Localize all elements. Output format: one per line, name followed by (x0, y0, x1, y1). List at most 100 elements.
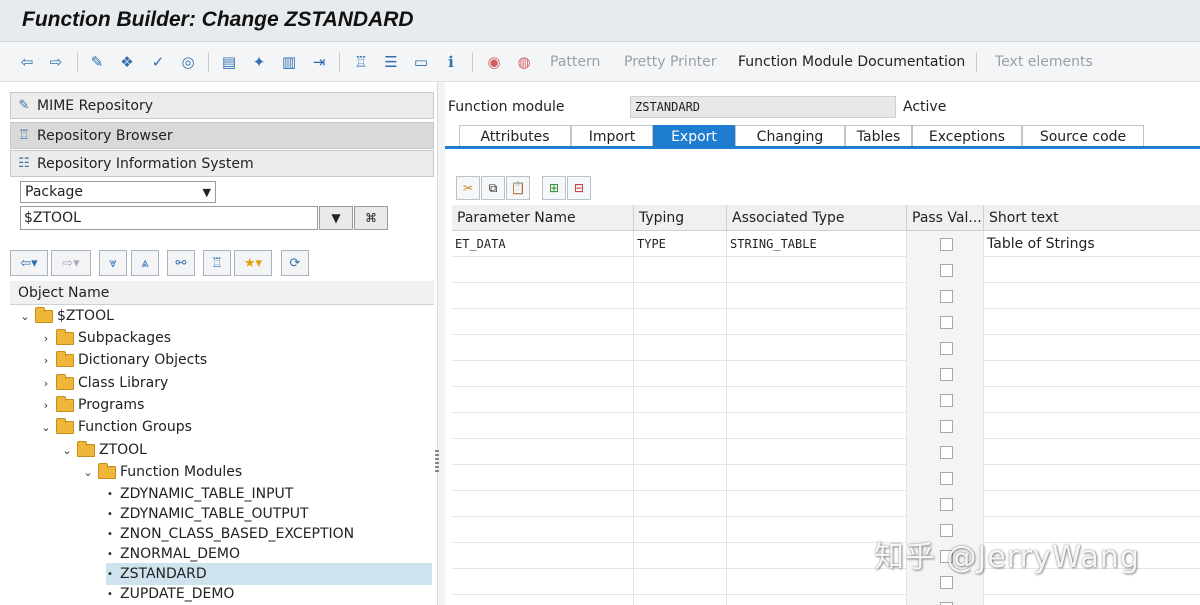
parameter-name-cell[interactable]: ET_DATA (452, 231, 634, 257)
tree-node-subpackages[interactable]: › Subpackages (39, 327, 171, 349)
grid-cell[interactable] (634, 309, 727, 335)
grid-cell[interactable] (452, 491, 634, 517)
package-input[interactable]: $ZTOOL (20, 206, 318, 230)
column-header-pass-value[interactable]: Pass Val... (907, 205, 984, 231)
grid-cell[interactable] (727, 387, 907, 413)
pass-value-checkbox[interactable] (940, 315, 953, 329)
tree-node-function-module[interactable]: • ZDYNAMIC_TABLE_OUTPUT (106, 503, 309, 525)
pass-value-checkbox[interactable] (940, 445, 953, 459)
grid-cell[interactable] (727, 283, 907, 309)
breakpoint-icon[interactable]: ◉ (483, 51, 505, 73)
align-icon[interactable]: ☰ (380, 51, 402, 73)
grid-cell[interactable] (634, 439, 727, 465)
grid-cell[interactable] (727, 361, 907, 387)
navigate-icon[interactable]: ⇥ (308, 51, 330, 73)
table-row-empty[interactable] (452, 257, 1200, 283)
table-row-empty[interactable] (452, 387, 1200, 413)
grid-cell[interactable] (634, 465, 727, 491)
cut-button[interactable]: ✂ (456, 176, 480, 200)
table-row-empty[interactable] (452, 335, 1200, 361)
grid-cell[interactable] (984, 257, 1200, 283)
grid-cell[interactable] (984, 387, 1200, 413)
grid-cell[interactable] (452, 517, 634, 543)
grid-cell[interactable] (727, 413, 907, 439)
object-list-icon[interactable]: ▤ (218, 51, 240, 73)
display-button[interactable]: ⌘ (354, 206, 388, 230)
pass-value-checkbox[interactable] (940, 497, 953, 511)
tree-node-programs[interactable]: › Programs (39, 394, 144, 416)
tree-node-function-modules[interactable]: ⌄ Function Modules (81, 461, 242, 483)
display-object-list-icon[interactable]: ▥ (278, 51, 300, 73)
grid-cell[interactable] (984, 283, 1200, 309)
grid-cell[interactable] (634, 283, 727, 309)
table-row-empty[interactable] (452, 283, 1200, 309)
collapse-all-button[interactable]: ⩓ (131, 250, 159, 276)
tree-node-function-module[interactable]: • ZUPDATE_DEMO (106, 583, 234, 605)
table-row-empty[interactable] (452, 413, 1200, 439)
pass-value-checkbox[interactable] (940, 263, 953, 277)
text-elements-button[interactable]: Text elements (995, 54, 1093, 70)
nav-mime-repository[interactable]: ✎ MIME Repository (10, 92, 434, 119)
fm-documentation-button[interactable]: Function Module Documentation (738, 54, 965, 70)
tree-node-dictionary-objects[interactable]: › Dictionary Objects (39, 349, 207, 371)
grid-cell[interactable] (984, 309, 1200, 335)
dropdown-button[interactable]: ▼ (319, 206, 353, 230)
grid-cell[interactable] (984, 413, 1200, 439)
table-row-empty[interactable] (452, 465, 1200, 491)
grid-cell[interactable] (727, 439, 907, 465)
grid-cell[interactable] (727, 335, 907, 361)
grid-cell[interactable] (634, 387, 727, 413)
tab-source-code[interactable]: Source code (1022, 125, 1144, 147)
pass-value-checkbox[interactable] (940, 289, 953, 303)
favorites-button[interactable]: ★▾ (234, 250, 272, 276)
grid-cell[interactable] (452, 465, 634, 491)
grid-cell[interactable] (727, 257, 907, 283)
column-header-typing[interactable]: Typing (634, 205, 727, 231)
associated-type-cell[interactable]: STRING_TABLE (727, 231, 907, 257)
grid-cell[interactable] (907, 283, 984, 309)
grid-cell[interactable] (907, 413, 984, 439)
grid-cell[interactable] (984, 491, 1200, 517)
table-row-empty[interactable] (452, 595, 1200, 605)
grid-cell[interactable] (634, 413, 727, 439)
column-header-associated-type[interactable]: Associated Type (727, 205, 907, 231)
grid-cell[interactable] (907, 439, 984, 465)
layout-icon[interactable]: ▭ (410, 51, 432, 73)
grid-cell[interactable] (452, 309, 634, 335)
check-icon[interactable]: ✓ (147, 51, 169, 73)
splitter-grip-icon[interactable] (435, 450, 439, 474)
chevron-right-icon[interactable]: › (39, 354, 53, 367)
grid-cell[interactable] (634, 361, 727, 387)
grid-cell[interactable] (984, 595, 1200, 605)
pass-value-checkbox[interactable] (940, 601, 953, 605)
grid-cell[interactable] (634, 257, 727, 283)
nav-repository-browser[interactable]: ♖ Repository Browser (10, 122, 434, 149)
hierarchy-button[interactable]: ♖ (203, 250, 231, 276)
grid-cell[interactable] (452, 283, 634, 309)
insert-row-button[interactable]: ⊞ (542, 176, 566, 200)
grid-cell[interactable] (452, 543, 634, 569)
grid-cell[interactable] (984, 465, 1200, 491)
chevron-right-icon[interactable]: › (39, 377, 53, 390)
pass-value-checkbox[interactable] (940, 471, 953, 485)
pass-value-checkbox[interactable] (940, 419, 953, 433)
grid-cell[interactable] (907, 335, 984, 361)
grid-cell[interactable] (727, 465, 907, 491)
tree-back-button[interactable]: ⇦▾ (10, 250, 48, 276)
grid-cell[interactable] (452, 595, 634, 605)
pass-value-checkbox[interactable] (940, 367, 953, 381)
grid-cell[interactable] (907, 257, 984, 283)
pass-value-checkbox[interactable] (940, 393, 953, 407)
panel-splitter[interactable] (437, 82, 445, 605)
activate-icon[interactable]: ❖ (116, 51, 138, 73)
tree-node-package[interactable]: ⌄ $ZTOOL (18, 305, 114, 327)
table-row-empty[interactable] (452, 361, 1200, 387)
grid-cell[interactable] (634, 569, 727, 595)
tab-import[interactable]: Import (571, 125, 653, 147)
grid-cell[interactable] (452, 361, 634, 387)
tree-node-function-groups[interactable]: ⌄ Function Groups (39, 416, 192, 438)
magic-wand-icon[interactable]: ✦ (248, 51, 270, 73)
tab-exceptions[interactable]: Exceptions (912, 125, 1022, 147)
table-row-empty[interactable] (452, 309, 1200, 335)
grid-cell[interactable] (907, 595, 984, 605)
